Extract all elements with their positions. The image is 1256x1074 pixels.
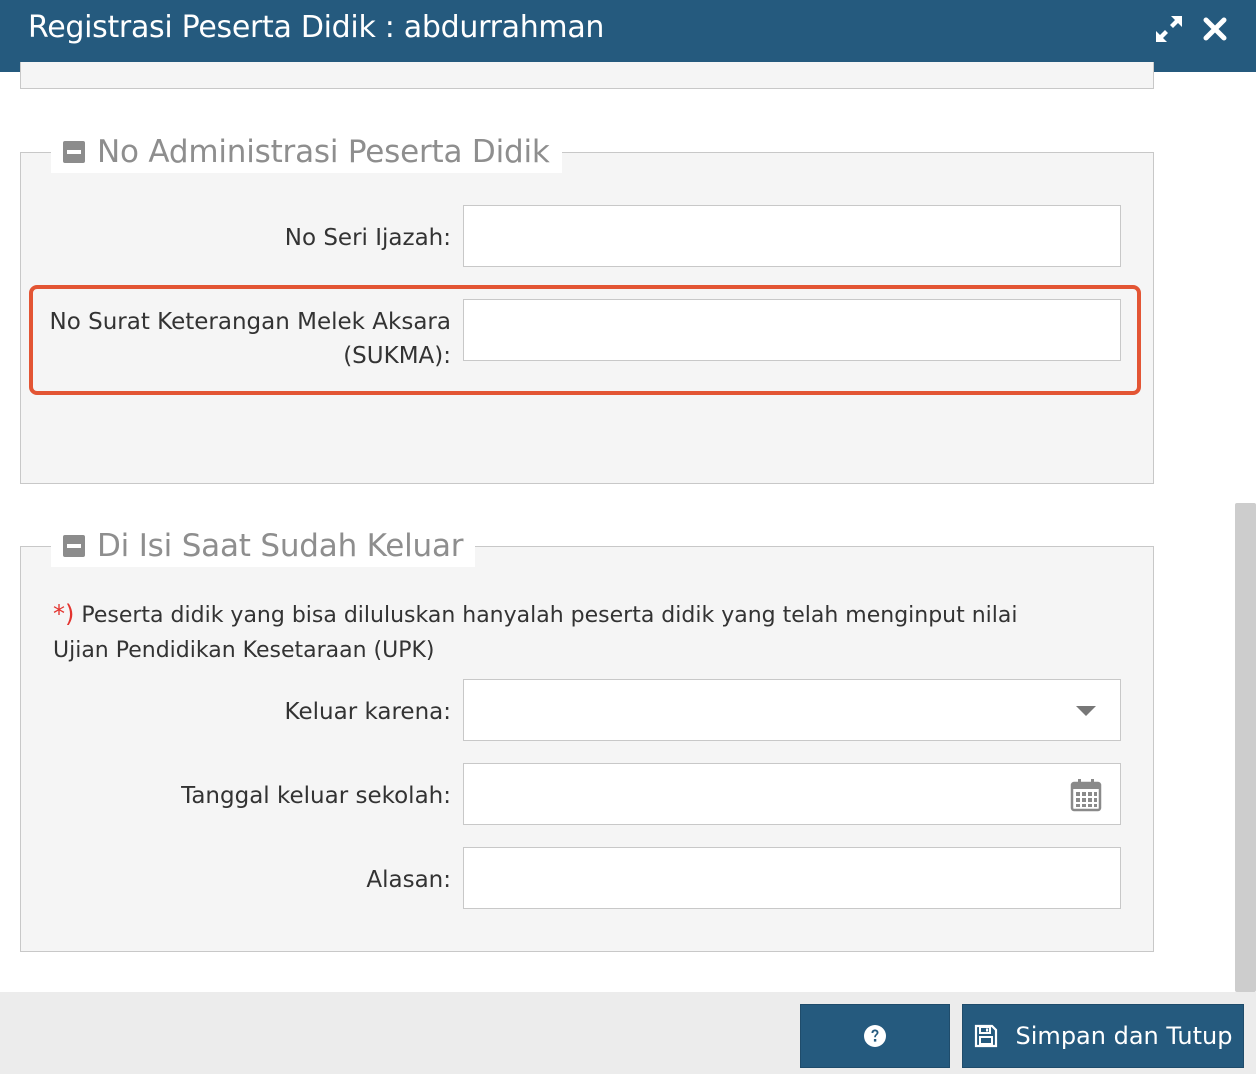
upk-note: *) Peserta didik yang bisa diluluskan ha…: [53, 597, 1073, 668]
save-and-close-label: Simpan dan Tutup: [1015, 1022, 1233, 1050]
sukma-label-line1: No Surat Keterangan Melek Aksara: [49, 309, 451, 335]
required-marker: *): [53, 600, 75, 628]
admin-section-legend: No Administrasi Peserta Didik: [51, 131, 562, 173]
keluar-karena-select[interactable]: [463, 679, 1121, 741]
close-icon[interactable]: [1198, 12, 1232, 46]
minus-square-icon[interactable]: [63, 535, 85, 557]
admin-section-title: No Administrasi Peserta Didik: [97, 134, 550, 170]
question-circle-icon: [864, 1025, 886, 1047]
alasan-label: Alasan:: [366, 867, 451, 893]
tanggal-keluar-label: Tanggal keluar sekolah:: [181, 783, 451, 809]
tanggal-keluar-input[interactable]: [463, 763, 1121, 825]
floppy-disk-icon: [974, 1024, 997, 1048]
save-and-close-button[interactable]: Simpan dan Tutup: [962, 1004, 1244, 1068]
scrollbar-thumb[interactable]: [1235, 503, 1256, 992]
upk-note-text: Peserta didik yang bisa diluluskan hanya…: [53, 603, 1018, 663]
dialog-title: Registrasi Peserta Didik : abdurrahman: [28, 10, 605, 45]
previous-section-bottom: [20, 62, 1154, 89]
alasan-input[interactable]: [463, 847, 1121, 909]
expand-icon[interactable]: [1152, 12, 1186, 46]
sukma-label-line2: (SUKMA):: [343, 343, 451, 369]
sukma-input[interactable]: [463, 299, 1121, 361]
admin-section: No Administrasi Peserta Didik No Seri Ij…: [20, 131, 1154, 484]
no-seri-ijazah-input[interactable]: [463, 205, 1121, 267]
keluar-section-legend: Di Isi Saat Sudah Keluar: [51, 525, 476, 567]
keluar-section-title: Di Isi Saat Sudah Keluar: [97, 528, 464, 564]
calendar-icon[interactable]: [1070, 778, 1102, 812]
minus-square-icon[interactable]: [63, 141, 85, 163]
no-seri-ijazah-label: No Seri Ijazah:: [284, 225, 451, 251]
dialog-footer: Simpan dan Tutup: [0, 992, 1256, 1074]
help-button[interactable]: [800, 1004, 950, 1068]
keluar-section: Di Isi Saat Sudah Keluar *) Peserta didi…: [20, 525, 1154, 952]
keluar-karena-label: Keluar karena:: [284, 699, 451, 725]
chevron-down-icon[interactable]: [1076, 706, 1096, 716]
